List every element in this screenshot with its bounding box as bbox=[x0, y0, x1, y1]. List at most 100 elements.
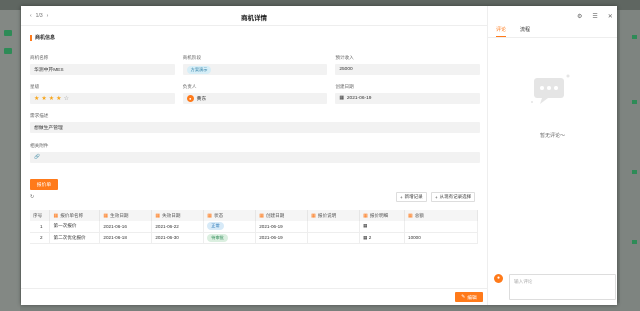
paperclip-icon[interactable]: 🔗 bbox=[34, 155, 40, 160]
column-header[interactable]: ▦ 报价明细 bbox=[359, 210, 406, 221]
star-icon[interactable]: ★ bbox=[56, 95, 61, 102]
field-row-1: 商机名称 华测中芹MES 商机阶段 方案演示 预计收入 25000 bbox=[30, 55, 481, 75]
star-icon[interactable]: ☆ bbox=[64, 95, 69, 102]
status-badge: 正常 bbox=[207, 222, 224, 231]
revenue-field[interactable]: 25000 bbox=[335, 64, 481, 75]
column-header-label: 序号 bbox=[33, 212, 43, 218]
table-cell: 2021-06-18 bbox=[99, 232, 153, 244]
rating-field[interactable]: ★ ★ ★ ★ ☆ bbox=[30, 93, 175, 104]
field-label: 创建日期 bbox=[335, 84, 354, 89]
field-label: 商机阶段 bbox=[182, 55, 202, 60]
table-cell: ▦ bbox=[359, 221, 406, 233]
table-cell: 2021-06-16 bbox=[99, 221, 153, 233]
select-existing-button[interactable]: + 从现有记录选择 bbox=[431, 192, 476, 202]
column-type-icon: ▦ bbox=[311, 212, 316, 219]
edit-icon: ✎ bbox=[461, 294, 466, 300]
column-header[interactable]: ▦ 状态 bbox=[203, 210, 257, 221]
field-row-4: 相关附件 🔗 bbox=[30, 143, 480, 163]
field-label: 相关附件 bbox=[30, 143, 49, 148]
background-right-panel bbox=[620, 10, 640, 311]
table-row[interactable]: 1 第一次报价 2021-06-16 2021-06-22 正常 2021-06-19 ▦ bbox=[30, 221, 478, 233]
description-field[interactable]: 想做生产管理 bbox=[30, 122, 480, 133]
avatar: ● bbox=[494, 274, 503, 283]
column-type-icon: ▦ bbox=[53, 212, 59, 219]
status-badge: 待审批 bbox=[207, 233, 228, 242]
table-cell bbox=[307, 221, 361, 233]
attachment-field[interactable]: 🔗 bbox=[30, 152, 480, 163]
detail-body: 商机信息 商机名称 华测中芹MES 商机阶段 方案演示 预计收入 25000 星级 ★ ★… bbox=[30, 34, 481, 163]
table-cell bbox=[404, 221, 478, 233]
detail-count: 2 bbox=[368, 234, 372, 240]
column-type-icon: ▦ bbox=[259, 212, 264, 219]
table-cell: 1 bbox=[30, 221, 51, 233]
comment-panel: 评论 流程 暂无评论～ ● 输入评论 bbox=[487, 6, 617, 305]
calendar-icon: ▦ bbox=[339, 96, 344, 101]
record-detail-dialog: ‹ 1/3 › 商机详情 ⚙ ☰ ✕ 商机信息 商机名称 华测中芹MES 商机阶段… bbox=[21, 6, 617, 305]
owner-field[interactable]: ● 黄东 bbox=[182, 93, 328, 104]
avatar: ● bbox=[186, 95, 194, 102]
empty-comments-text: 暂无评论～ bbox=[539, 133, 565, 139]
table-cell: 2021-06-19 bbox=[255, 232, 309, 244]
field-row-2: 星级 ★ ★ ★ ★ ☆ 负责人 ● 黄东 创建日期 ▦ 2021-06-19 bbox=[30, 84, 481, 104]
created-date-field[interactable]: ▦ 2021-06-19 bbox=[335, 93, 481, 104]
field-label: 星级 bbox=[30, 84, 40, 89]
column-header[interactable]: ▦ 生效日期 bbox=[99, 210, 153, 221]
field-row-3: 需求描述 想做生产管理 bbox=[30, 113, 480, 133]
tab-comments[interactable]: 评论 bbox=[496, 26, 507, 37]
table-cell: 2 bbox=[30, 232, 51, 244]
table-cell: 2021-06-30 bbox=[151, 232, 205, 244]
section-header: 商机信息 bbox=[30, 34, 480, 41]
star-icon[interactable]: ★ bbox=[49, 95, 54, 102]
column-header[interactable]: ▦ 总额 bbox=[404, 210, 478, 221]
column-header[interactable]: 序号 bbox=[30, 210, 51, 221]
column-header[interactable]: ▦ 报价单名称 bbox=[49, 210, 101, 221]
refresh-icon[interactable]: ↻ bbox=[30, 194, 34, 200]
field-label: 负责人 bbox=[182, 84, 197, 89]
column-header-label: 生效日期 bbox=[110, 212, 129, 218]
empty-chat-icon bbox=[531, 74, 570, 104]
column-header-label: 报价单名称 bbox=[60, 212, 84, 218]
comment-input[interactable]: 输入评论 bbox=[509, 274, 616, 300]
background-sidebar bbox=[0, 10, 20, 311]
edit-label: 编辑 bbox=[467, 295, 477, 301]
column-header[interactable]: ▦ 报价说明 bbox=[307, 210, 361, 221]
dialog-title: 商机详情 bbox=[241, 15, 267, 22]
edit-button[interactable]: ✎ 编辑 bbox=[455, 292, 483, 302]
stage-tag: 方案演示 bbox=[186, 65, 212, 74]
plus-icon: + bbox=[435, 194, 438, 200]
add-record-label: 新增记录 bbox=[404, 194, 423, 199]
table-cell: 第一次报价 bbox=[49, 221, 101, 233]
table-cell: 10000 bbox=[404, 232, 478, 244]
table-cell: ▦ 2 bbox=[359, 232, 406, 244]
tab-workflow[interactable]: 流程 bbox=[520, 26, 530, 37]
field-label: 预计收入 bbox=[335, 55, 354, 60]
owner-name: 黄东 bbox=[196, 97, 207, 102]
column-header-label: 报价说明 bbox=[317, 212, 337, 218]
table-cell: 待审批 bbox=[203, 232, 257, 244]
section-title: 商机信息 bbox=[35, 35, 56, 41]
column-type-icon: ▦ bbox=[155, 212, 161, 219]
name-field[interactable]: 华测中芹MES bbox=[30, 64, 175, 75]
star-icon[interactable]: ★ bbox=[41, 95, 46, 102]
column-header-label: 总额 bbox=[414, 212, 424, 218]
plus-icon: + bbox=[400, 194, 403, 200]
created-date-value: 2021-06-19 bbox=[346, 96, 372, 101]
table-cell: 正常 bbox=[203, 221, 257, 233]
table-cell: 2021-06-19 bbox=[255, 221, 309, 233]
column-type-icon: ▦ bbox=[103, 212, 109, 219]
table-row[interactable]: 2 第二次优化报价 2021-06-18 2021-06-30 待审批 2021-06-1… bbox=[30, 232, 478, 244]
column-header-label: 创建日期 bbox=[265, 212, 285, 218]
add-record-button[interactable]: + 新增记录 bbox=[396, 192, 427, 202]
side-tabs: 评论 流程 bbox=[488, 6, 617, 38]
tab-quotes[interactable]: 报价单 bbox=[30, 179, 58, 190]
table-cell bbox=[307, 232, 361, 244]
column-type-icon: ▦ bbox=[408, 212, 413, 219]
select-existing-label: 从现有记录选择 bbox=[439, 194, 472, 199]
stage-field[interactable]: 方案演示 bbox=[182, 64, 328, 75]
table-cell: 2021-06-22 bbox=[151, 221, 205, 233]
column-header-label: 状态 bbox=[214, 212, 224, 218]
star-icon[interactable]: ★ bbox=[34, 95, 39, 102]
column-header[interactable]: ▦ 创建日期 bbox=[255, 210, 309, 221]
column-header[interactable]: ▦ 失效日期 bbox=[151, 210, 205, 221]
detail-icon[interactable]: ▦ bbox=[363, 223, 367, 228]
